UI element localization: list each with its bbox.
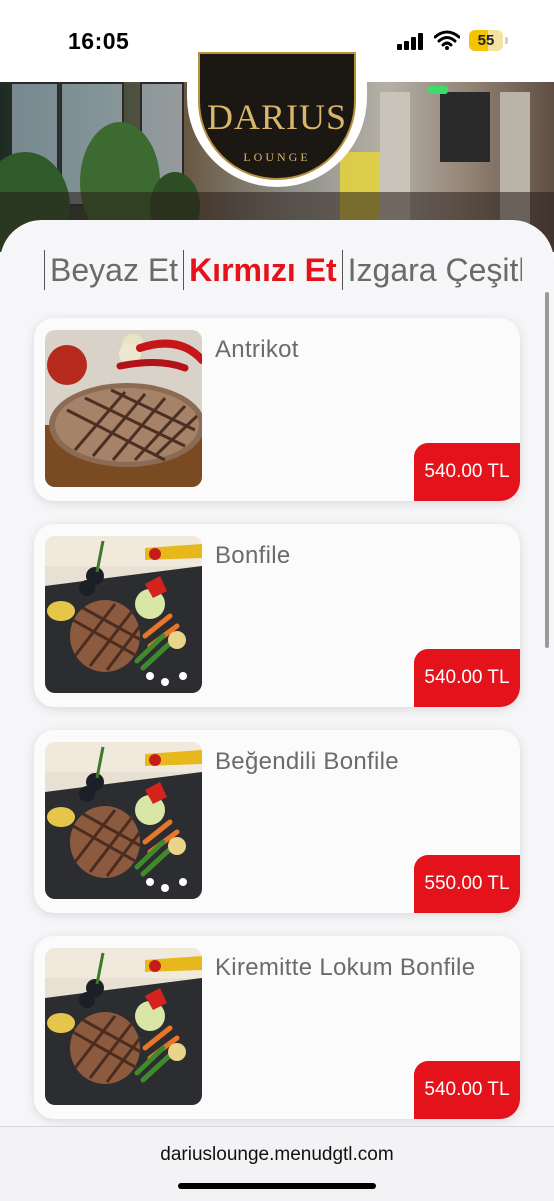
menu-item-name: Kiremitte Lokum Bonfile (215, 954, 476, 981)
menu-item-price: 540.00 TL (414, 649, 520, 707)
home-indicator[interactable] (178, 1183, 376, 1189)
tab-izgara-cesitleri[interactable]: Izgara Çeşitleri (341, 250, 522, 290)
battery-level: 55 (477, 32, 495, 49)
menu-item-bonfile[interactable]: Bonfile 540.00 TL (34, 524, 520, 707)
scrollbar[interactable] (545, 292, 549, 648)
battery-icon: 55 (469, 30, 509, 51)
signal-icon (397, 33, 425, 50)
menu-item-name: Bonfile (215, 542, 291, 569)
menu-item-kiremitte-lokum-bonfile[interactable]: Kiremitte Lokum Bonfile 540.00 TL (34, 936, 520, 1119)
tab-kirmizi-et[interactable]: Kırmızı Et (183, 250, 342, 290)
menu-item-price: 550.00 TL (414, 855, 520, 913)
menu-item-image (45, 948, 202, 1105)
menu-item-begendili-bonfile[interactable]: Beğendili Bonfile 550.00 TL (34, 730, 520, 913)
menu-content: Beyaz EtKırmızı EtIzgara Çeşitleri (0, 220, 554, 1126)
menu-item-name: Antrikot (215, 336, 299, 363)
logo-title: DARIUS (206, 97, 347, 137)
menu-item-image (45, 742, 202, 899)
category-tabs: Beyaz EtKırmızı EtIzgara Çeşitleri (44, 250, 522, 290)
menu-item-price: 540.00 TL (414, 1061, 520, 1119)
menu-item-antrikot[interactable]: Antrikot 540.00 TL (34, 318, 520, 501)
menu-item-image (45, 330, 202, 487)
url-text[interactable]: dariuslounge.menudgtl.com (0, 1144, 554, 1166)
menu-item-image (45, 536, 202, 693)
tab-beyaz-et[interactable]: Beyaz Et (44, 250, 183, 290)
wifi-icon (433, 30, 461, 50)
menu-item-price: 540.00 TL (414, 443, 520, 501)
browser-url-bar[interactable]: dariuslounge.menudgtl.com (0, 1126, 554, 1201)
menu-item-name: Beğendili Bonfile (215, 748, 399, 775)
status-time: 16:05 (68, 28, 130, 54)
logo-subtitle: LOUNGE (243, 150, 311, 164)
